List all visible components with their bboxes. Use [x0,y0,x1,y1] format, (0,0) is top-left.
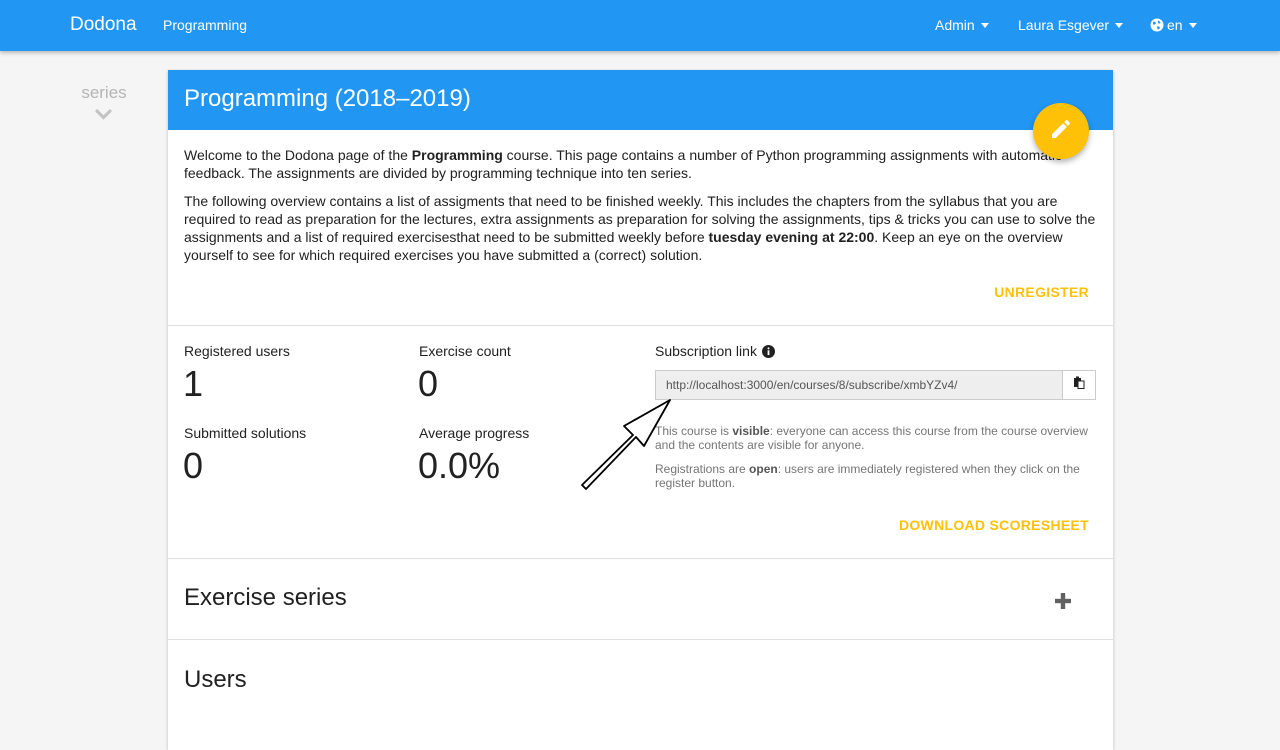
download-scoresheet-button[interactable]: DOWNLOAD SCORESHEET [899,517,1089,533]
description-paragraph: The following overview contains a list o… [184,192,1099,264]
registered-users-label: Registered users [184,343,290,359]
caret-down-icon [1188,22,1197,28]
language-dropdown[interactable]: en [1150,17,1197,33]
subscription-link-input[interactable] [655,370,1063,400]
divider [168,325,1113,326]
unregister-button[interactable]: UNREGISTER [994,284,1089,300]
divider [168,639,1113,640]
admin-dropdown-label: Admin [935,17,975,33]
series-toggle-label[interactable]: series [80,83,128,103]
caret-down-icon [1115,22,1124,28]
globe-icon [1150,18,1164,32]
divider [168,558,1113,559]
top-navbar: Dodona Programming Admin Laura Esgever e… [0,0,1280,51]
submitted-solutions-value: 0 [183,445,204,486]
chevron-down-icon[interactable] [95,108,112,126]
description-paragraph: Welcome to the Dodona page of the Progra… [184,146,1099,182]
nav-course-link[interactable]: Programming [163,17,247,33]
caret-down-icon [980,22,989,28]
course-description: Welcome to the Dodona page of the Progra… [184,146,1099,274]
bold-text: visible [732,424,770,438]
brand-link[interactable]: Dodona [70,14,137,36]
registration-help-text: Registrations are open: users are immedi… [655,462,1095,490]
users-heading: Users [184,666,247,693]
subscription-link-text: Subscription link [655,343,757,359]
info-icon[interactable] [761,344,775,358]
bold-text: open [749,462,778,476]
course-header: Programming (2018–2019) [168,70,1113,130]
average-progress-label: Average progress [419,425,530,441]
text: Welcome to the Dodona page of the [184,147,412,163]
submitted-solutions-label: Submitted solutions [184,425,307,441]
user-dropdown-label: Laura Esgever [1018,17,1110,33]
subscription-link-label: Subscription link [655,343,775,359]
exercise-series-heading: Exercise series [184,584,347,611]
bold-text: tuesday evening at 22:00 [708,229,875,245]
language-dropdown-label: en [1167,17,1183,33]
exercise-count-label: Exercise count [419,343,511,359]
user-dropdown[interactable]: Laura Esgever [1018,17,1124,33]
add-series-button[interactable] [1054,592,1072,615]
copy-link-button[interactable] [1062,370,1096,400]
admin-dropdown[interactable]: Admin [935,17,989,33]
arrow-annotation-icon [578,395,678,500]
registered-users-value: 1 [183,363,204,404]
edit-course-button[interactable] [1033,103,1089,159]
exercise-count-value: 0 [418,363,439,404]
visibility-help-text: This course is visible: everyone can acc… [655,424,1095,452]
course-title: Programming (2018–2019) [184,85,471,112]
bold-text: Programming [411,147,503,163]
plus-icon [1054,593,1072,614]
clipboard-icon [1073,376,1085,394]
average-progress-value: 0.0% [418,445,501,486]
pencil-icon [1049,117,1073,146]
